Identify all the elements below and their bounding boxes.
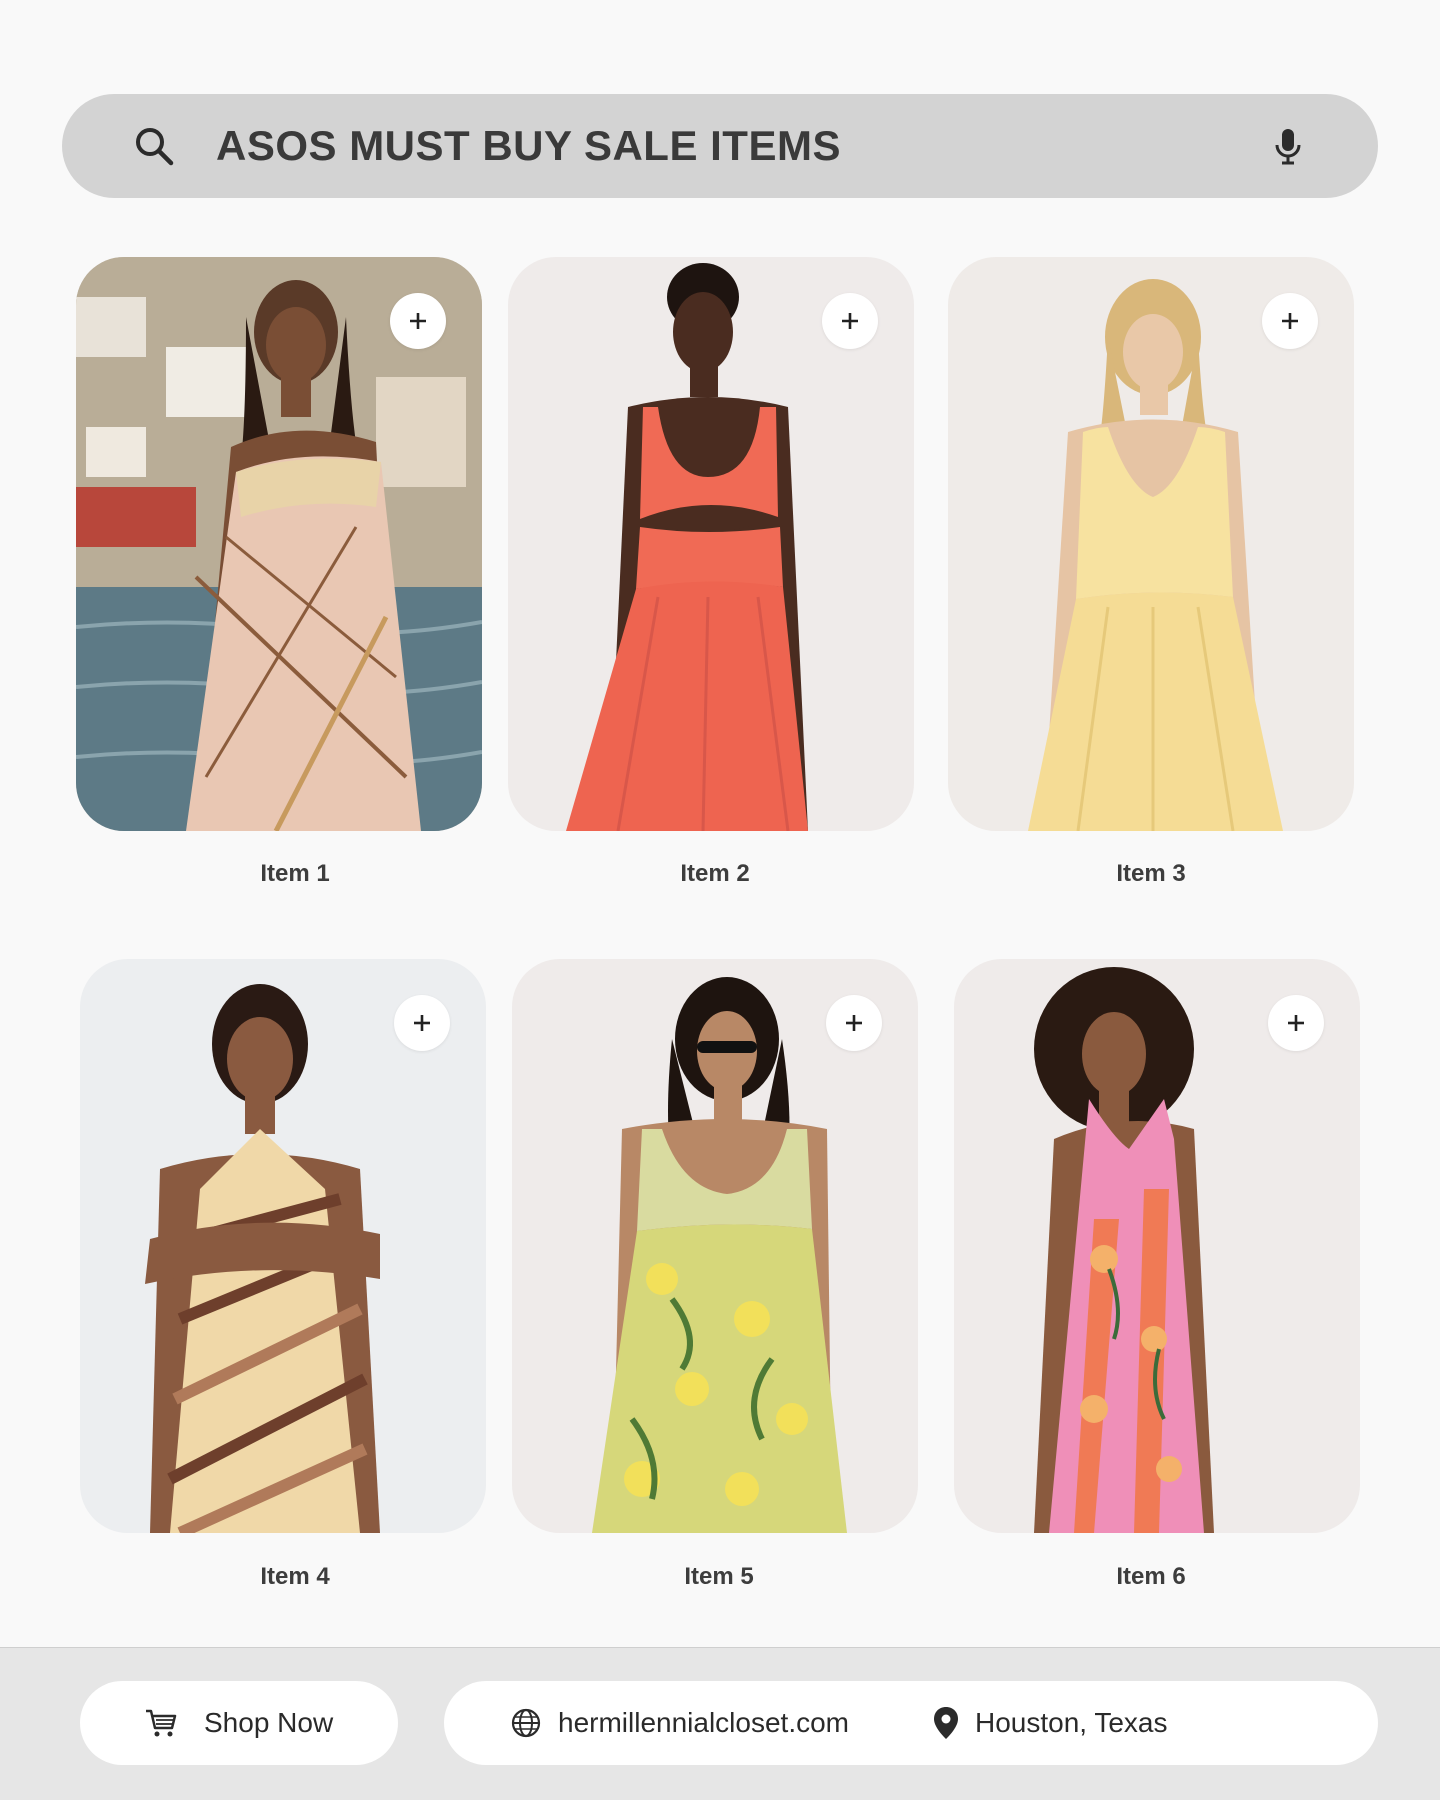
product-card-3[interactable]: [948, 257, 1354, 831]
add-button-3[interactable]: [1262, 293, 1318, 349]
plus-icon: [414, 1015, 430, 1031]
map-pin-icon: [934, 1707, 959, 1739]
shop-now-button[interactable]: Shop Now: [80, 1681, 398, 1765]
search-icon[interactable]: [132, 124, 176, 168]
product-caption-1: Item 1: [260, 860, 330, 887]
product-card-2[interactable]: [508, 257, 914, 831]
shopping-cart-icon: [146, 1709, 177, 1737]
product-caption-2: Item 2: [680, 860, 750, 887]
search-query[interactable]: ASOS MUST BUY SALE ITEMS: [216, 94, 841, 198]
plus-icon: [1288, 1015, 1304, 1031]
microphone-icon[interactable]: [1266, 124, 1310, 168]
product-caption-6: Item 6: [1116, 1563, 1186, 1590]
add-button-2[interactable]: [822, 293, 878, 349]
plus-icon: [1282, 313, 1298, 329]
plus-icon: [842, 313, 858, 329]
product-card-1[interactable]: [76, 257, 482, 831]
product-card-6[interactable]: [954, 959, 1360, 1533]
plus-icon: [846, 1015, 862, 1031]
globe-icon: [511, 1708, 541, 1738]
product-card-5[interactable]: [512, 959, 918, 1533]
location-label: Houston, Texas: [975, 1707, 1168, 1738]
add-button-6[interactable]: [1268, 995, 1324, 1051]
plus-icon: [410, 313, 426, 329]
add-button-1[interactable]: [390, 293, 446, 349]
footer-bar: Shop Now hermillennialcloset.com Houston…: [0, 1647, 1440, 1800]
shop-now-label: Shop Now: [204, 1707, 334, 1738]
product-card-4[interactable]: [80, 959, 486, 1533]
product-caption-5: Item 5: [684, 1563, 754, 1590]
product-caption-3: Item 3: [1116, 860, 1186, 887]
contact-info-pill: hermillennialcloset.com Houston, Texas: [444, 1681, 1378, 1765]
search-bar[interactable]: ASOS MUST BUY SALE ITEMS: [62, 94, 1378, 198]
add-button-4[interactable]: [394, 995, 450, 1051]
website-link[interactable]: hermillennialcloset.com: [558, 1707, 849, 1739]
product-caption-4: Item 4: [260, 1563, 330, 1590]
add-button-5[interactable]: [826, 995, 882, 1051]
